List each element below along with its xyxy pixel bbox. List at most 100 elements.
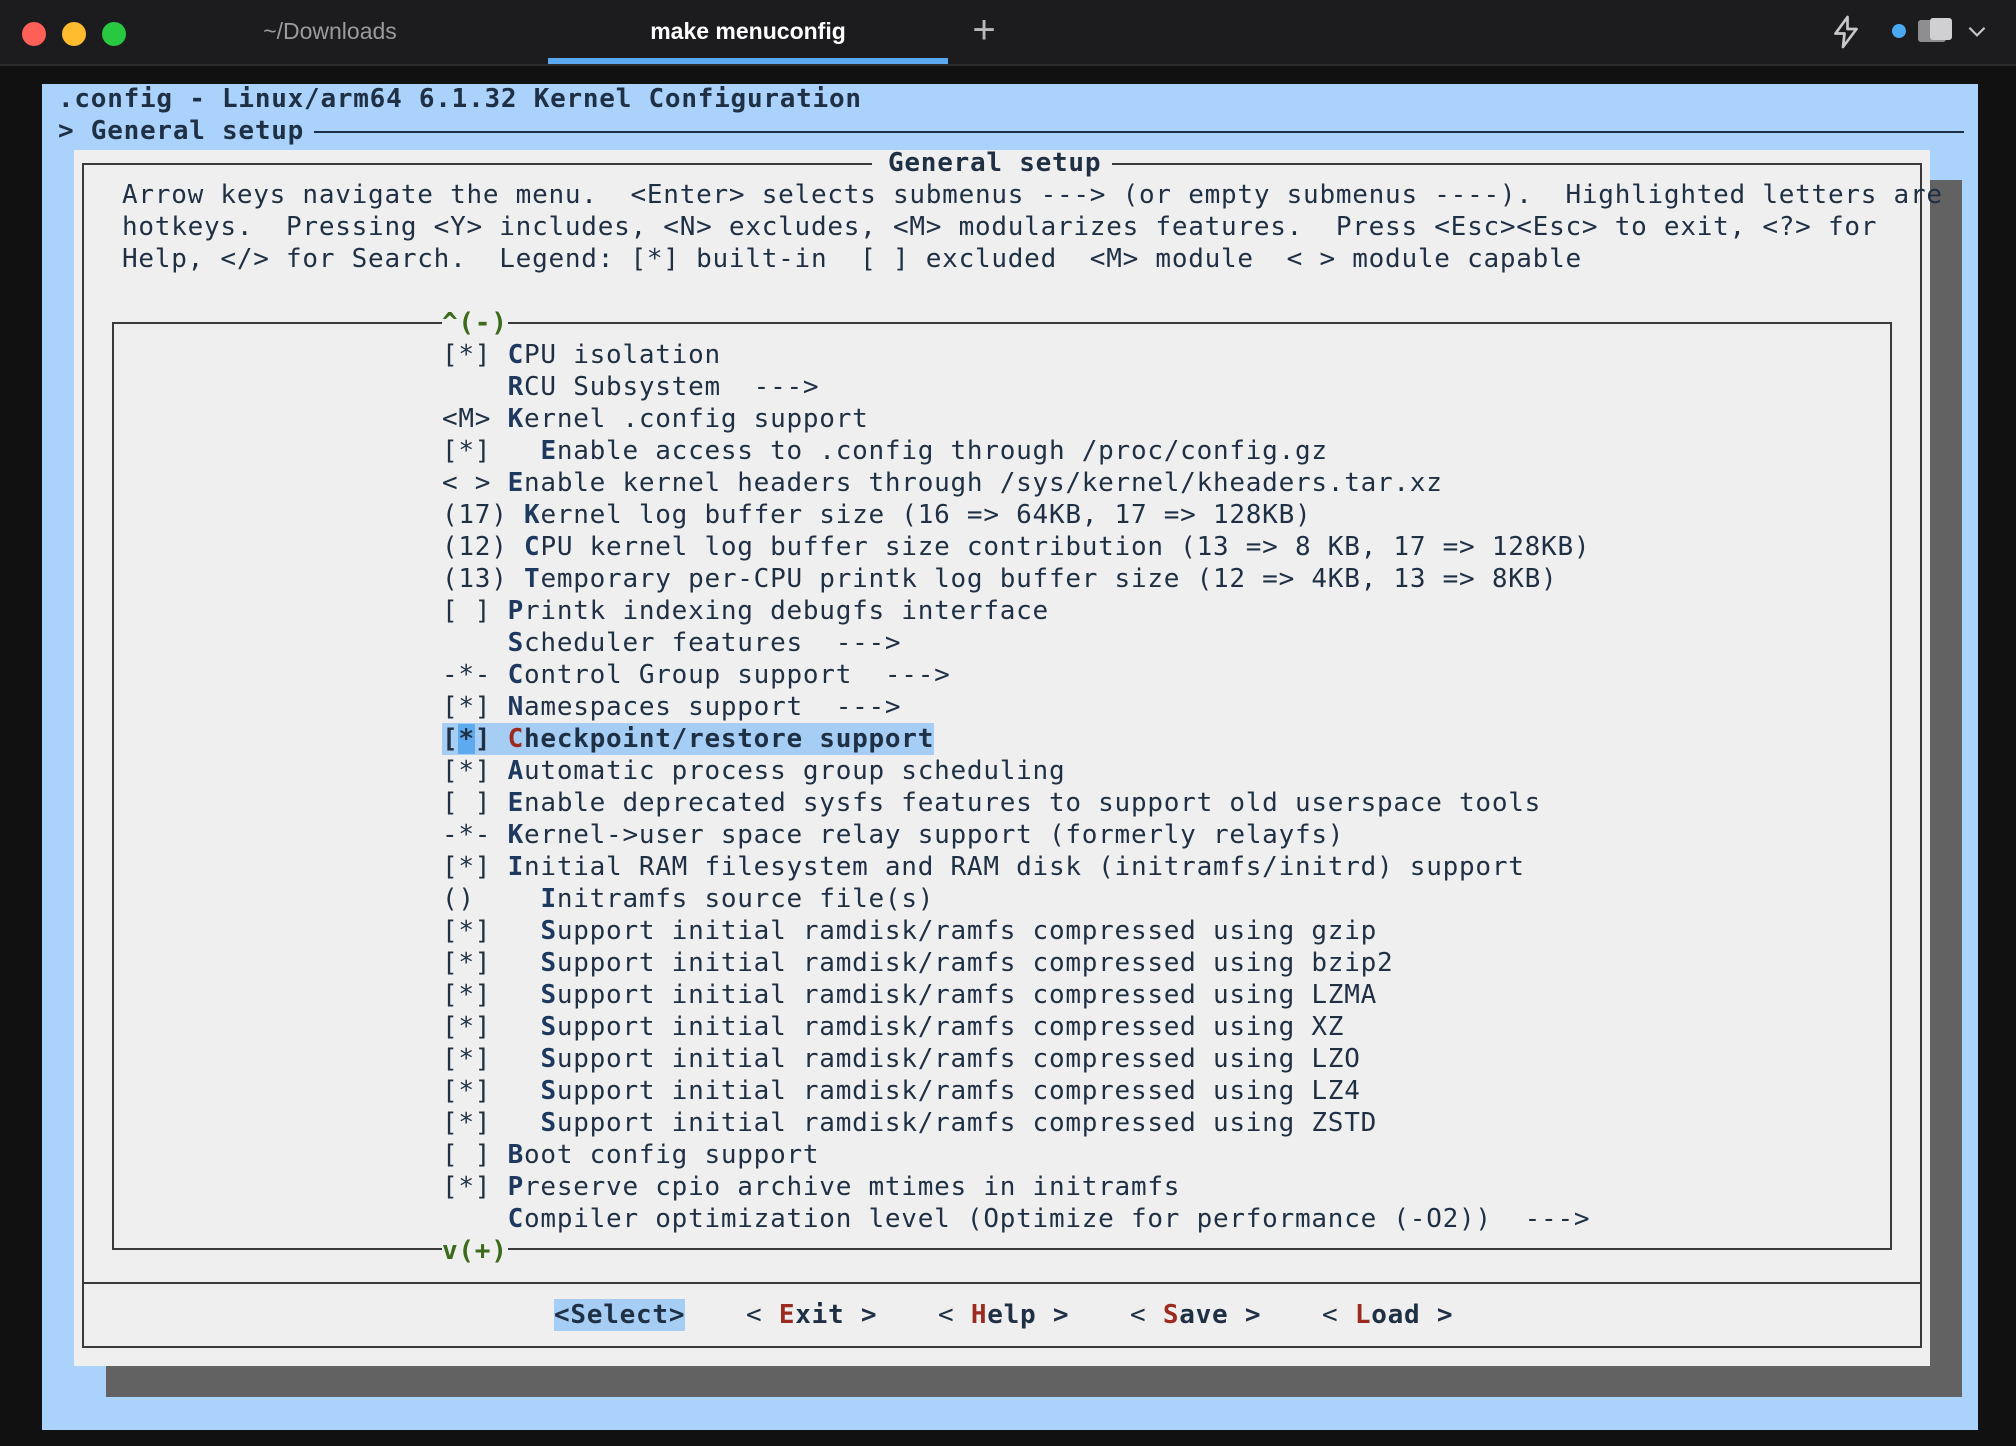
menu-item-hotkey: K bbox=[507, 820, 525, 850]
menu-item-state bbox=[442, 1204, 491, 1234]
menu-item-indent bbox=[491, 820, 507, 850]
menu-item-state: () bbox=[442, 884, 492, 914]
menu-item[interactable]: [*] Preserve cpio archive mtimes in init… bbox=[442, 1171, 1180, 1203]
menu-item[interactable]: < > Enable kernel headers through /sys/k… bbox=[442, 467, 1443, 499]
menu-item[interactable]: [ ] Boot config support bbox=[442, 1139, 819, 1171]
menu-item-hotkey: S bbox=[540, 1108, 557, 1138]
menu-item-label: amespaces support ---> bbox=[524, 692, 902, 722]
menu-item-label: rintk indexing debugfs interface bbox=[524, 596, 1049, 626]
menu-item-hotkey: I bbox=[540, 884, 557, 914]
menu-item-label: nable deprecated sysfs features to suppo… bbox=[524, 788, 1542, 818]
exit-button[interactable]: < Exit > bbox=[746, 1299, 877, 1331]
menu-item-hotkey: T bbox=[524, 564, 541, 594]
menu-item-state: (13) bbox=[442, 564, 508, 594]
menu-item-hotkey: A bbox=[507, 756, 525, 786]
menu-item-state: [*] bbox=[442, 340, 492, 370]
load-button[interactable]: < Load > bbox=[1322, 1299, 1453, 1331]
menu-item-indent bbox=[491, 1140, 507, 1170]
window-icon[interactable] bbox=[1916, 16, 1956, 46]
menu-item[interactable]: [*] Support initial ramdisk/ramfs compre… bbox=[442, 1011, 1344, 1043]
menu-item[interactable]: (17) Kernel log buffer size (16 => 64KB,… bbox=[442, 499, 1311, 531]
menu-item[interactable]: [*] Support initial ramdisk/ramfs compre… bbox=[442, 947, 1393, 979]
window-titlebar: ~/Downloads make menuconfig + bbox=[0, 0, 2016, 66]
menu-item-indent bbox=[491, 724, 507, 754]
menu-item-state: -*- bbox=[442, 660, 492, 690]
menu-item-state: [*] bbox=[442, 1172, 492, 1202]
menu-item-label: PU isolation bbox=[524, 340, 721, 370]
menu-item-selected[interactable]: [*] Checkpoint/restore support bbox=[442, 723, 935, 755]
menu-item[interactable]: -*- Control Group support ---> bbox=[442, 659, 951, 691]
menu-item-indent bbox=[491, 1108, 540, 1138]
menu-item[interactable]: [ ] Printk indexing debugfs interface bbox=[442, 595, 1049, 627]
menu-item[interactable]: (12) CPU kernel log buffer size contribu… bbox=[442, 531, 1590, 563]
tab-make-menuconfig[interactable]: make menuconfig bbox=[548, 0, 948, 64]
menu-item-state: [*] bbox=[442, 1076, 492, 1106]
menu-item-hotkey: K bbox=[507, 404, 525, 434]
menu-item[interactable]: Compiler optimization level (Optimize fo… bbox=[442, 1203, 1590, 1235]
menu-item-label: upport initial ramdisk/ramfs compressed … bbox=[556, 948, 1394, 978]
menu-item-label: cheduler features ---> bbox=[524, 628, 902, 658]
menu-item[interactable]: [*] Automatic process group scheduling bbox=[442, 755, 1065, 787]
menu-item-hotkey: I bbox=[507, 852, 525, 882]
menu-item[interactable]: -*- Kernel->user space relay support (fo… bbox=[442, 819, 1344, 851]
menu-item-state: [ ] bbox=[442, 1140, 492, 1170]
load-button-left: < bbox=[1322, 1300, 1355, 1330]
menu-item[interactable]: [*] Namespaces support ---> bbox=[442, 691, 901, 723]
minimize-window-icon[interactable] bbox=[62, 22, 86, 46]
save-button[interactable]: < Save > bbox=[1130, 1299, 1261, 1331]
dialog-shadow-right bbox=[1925, 180, 1962, 1397]
menu-item[interactable]: [*] Initial RAM filesystem and RAM disk … bbox=[442, 851, 1525, 883]
menu-item[interactable]: [*] Support initial ramdisk/ramfs compre… bbox=[442, 979, 1377, 1011]
menu-item-indent bbox=[508, 500, 524, 530]
menu-item-indent bbox=[491, 1044, 540, 1074]
menu-item[interactable]: <M> Kernel .config support bbox=[442, 403, 869, 435]
menu-item-hotkey: E bbox=[507, 468, 525, 498]
menu-item-hotkey: S bbox=[540, 980, 557, 1010]
menu-item-hotkey: C bbox=[524, 532, 541, 562]
chevron-down-icon[interactable] bbox=[1964, 18, 1990, 44]
help-line-1: Arrow keys navigate the menu. <Enter> se… bbox=[122, 180, 1943, 210]
menu-item[interactable]: RCU Subsystem ---> bbox=[442, 371, 819, 403]
tab-downloads[interactable]: ~/Downloads bbox=[200, 0, 460, 64]
zoom-window-icon[interactable] bbox=[102, 22, 126, 46]
menu-item[interactable]: (13) Temporary per-CPU printk log buffer… bbox=[442, 563, 1557, 595]
menu-item-indent bbox=[491, 468, 507, 498]
menu-item[interactable]: [*] Enable access to .config through /pr… bbox=[442, 435, 1328, 467]
menu-item[interactable]: [*] CPU isolation bbox=[442, 339, 721, 371]
menu-item[interactable]: [*] Support initial ramdisk/ramfs compre… bbox=[442, 1107, 1377, 1139]
exit-hotkey: E bbox=[778, 1300, 796, 1330]
close-window-icon[interactable] bbox=[22, 22, 46, 46]
help-button[interactable]: < Help > bbox=[938, 1299, 1069, 1331]
menu-item-hotkey: B bbox=[507, 1140, 525, 1170]
menu-item-indent bbox=[491, 948, 540, 978]
menu-item-label: ontrol Group support ---> bbox=[524, 660, 951, 690]
menu-item[interactable]: [*] Support initial ramdisk/ramfs compre… bbox=[442, 1075, 1361, 1107]
menu-item-state: (12) bbox=[442, 532, 508, 562]
menu-item[interactable]: [*] Support initial ramdisk/ramfs compre… bbox=[442, 1043, 1361, 1075]
menu-item-indent bbox=[491, 1012, 540, 1042]
menu-item-indent bbox=[491, 1204, 507, 1234]
menu-item-hotkey: N bbox=[507, 692, 525, 722]
config-header: .config - Linux/arm64 6.1.32 Kernel Conf… bbox=[58, 84, 862, 114]
menu-item-label: upport initial ramdisk/ramfs compressed … bbox=[556, 1108, 1378, 1138]
menu-item-hotkey: C bbox=[507, 660, 525, 690]
save-button-left: < bbox=[1130, 1300, 1163, 1330]
help-button-left: < bbox=[938, 1300, 971, 1330]
menu-item-label: PU kernel log buffer size contribution (… bbox=[540, 532, 1591, 562]
load-hotkey-letter: L bbox=[1354, 1300, 1372, 1330]
menu-item-label: nable kernel headers through /sys/kernel… bbox=[524, 468, 1443, 498]
menu-item[interactable]: [ ] Enable deprecated sysfs features to … bbox=[442, 787, 1541, 819]
menu-item[interactable]: () Initramfs source file(s) bbox=[442, 883, 934, 915]
menu-item[interactable]: [*] Support initial ramdisk/ramfs compre… bbox=[442, 915, 1377, 947]
menu-item-state: [*] bbox=[442, 980, 492, 1010]
new-tab-plus-icon[interactable]: + bbox=[964, 10, 1004, 50]
bolt-icon[interactable] bbox=[1828, 14, 1864, 50]
menu-item-hotkey: C bbox=[507, 340, 525, 370]
menu-item[interactable]: Scheduler features ---> bbox=[442, 627, 901, 659]
select-button[interactable]: <Select> bbox=[554, 1299, 686, 1331]
help-line-2: hotkeys. Pressing <Y> includes, <N> excl… bbox=[122, 212, 1878, 242]
menu-item-indent bbox=[491, 884, 540, 914]
save-button-right: ave > bbox=[1179, 1300, 1262, 1330]
menu-item-state: [*] bbox=[442, 724, 491, 754]
menu-item-state bbox=[442, 628, 491, 658]
